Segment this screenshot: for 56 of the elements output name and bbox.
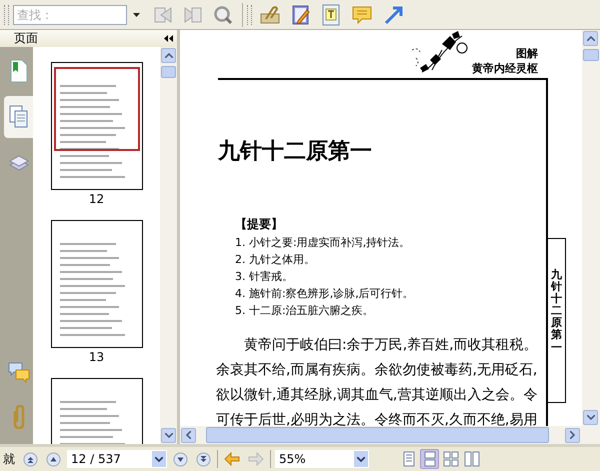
- back-arrow-icon[interactable]: [224, 452, 240, 466]
- caret-icon[interactable]: [133, 12, 140, 16]
- search-icon[interactable]: [213, 4, 233, 24]
- status-text: 就: [3, 450, 15, 468]
- scrollbar-thumb[interactable]: [161, 66, 176, 78]
- summary-item: 3. 针害戒。: [235, 269, 294, 285]
- pages-tab[interactable]: [4, 96, 33, 138]
- page-number: 12: [88, 192, 104, 208]
- text-box-icon[interactable]: [321, 4, 341, 26]
- chevron-up-icon[interactable]: [586, 36, 594, 41]
- previous-page-button[interactable]: [46, 452, 61, 466]
- search-field[interactable]: 查找：: [13, 4, 127, 24]
- last-page-button[interactable]: [196, 452, 211, 466]
- pencil-edit-icon[interactable]: [291, 4, 311, 26]
- page-number-field[interactable]: 12 / 537: [67, 450, 167, 468]
- caret-icon[interactable]: [155, 456, 163, 462]
- chevron-down-icon[interactable]: [164, 433, 172, 438]
- summary-item: 5. 十二原:治五脏六腑之疾。: [235, 303, 375, 319]
- scroll-down-button[interactable]: [583, 410, 598, 425]
- caret-icon[interactable]: [357, 456, 365, 462]
- scroll-up-button[interactable]: [583, 31, 598, 46]
- bookmark-page-icon[interactable]: [8, 59, 28, 83]
- scrollbar-thumb[interactable]: [583, 49, 599, 61]
- chevron-up-icon[interactable]: [164, 53, 172, 58]
- paperclip-note-icon[interactable]: [259, 4, 281, 24]
- comments-icon[interactable]: [8, 362, 30, 384]
- collapse-icon[interactable]: [164, 35, 173, 42]
- scroll-up-button[interactable]: [161, 48, 176, 63]
- comment-icon[interactable]: [351, 4, 373, 24]
- next-result-icon[interactable]: [183, 4, 203, 24]
- page-thumbnail[interactable]: [50, 62, 142, 190]
- zoom-field[interactable]: 55%: [275, 450, 369, 468]
- chevron-left-icon[interactable]: [186, 431, 191, 439]
- header-text: 图解: [516, 46, 538, 61]
- page-number: 13: [88, 350, 104, 366]
- summary-item: 4. 施针前:察色辨形,诊脉,后可行针。: [235, 286, 415, 302]
- first-page-button[interactable]: [23, 452, 38, 466]
- section-heading: 【提要】: [235, 216, 284, 233]
- scrollbar-thumb[interactable]: [206, 427, 549, 443]
- view-area-frame[interactable]: [54, 67, 140, 151]
- scroll-left-button[interactable]: [181, 428, 196, 442]
- chapter-title: 九针十二原第一: [218, 137, 373, 166]
- summary-item: 1. 小针之要:用虚实而补泻,持针法。: [235, 235, 412, 251]
- header-text: 黄帝内经灵枢: [472, 61, 538, 76]
- chevron-right-icon[interactable]: [570, 431, 575, 439]
- scroll-down-button[interactable]: [161, 428, 176, 443]
- body-paragraph: 黄帝问于岐伯曰:余于万民,养百姓,而收其租税。余哀其不给,而属有疾病。余欲勿使被毒药,无用砭石,欲以微针,通其经脉,调其血气,营其逆顺出入之会。令可传于后世,必明为之法。令终而不灭,久而不绝,易用: [216, 336, 538, 426]
- page-thumbnail[interactable]: [50, 220, 142, 348]
- previous-result-icon[interactable]: [153, 4, 173, 24]
- pages-icon[interactable]: [8, 105, 28, 129]
- summary-item: 2. 九针之体用。: [235, 252, 316, 268]
- scroll-right-button[interactable]: [565, 428, 580, 442]
- panel-title: 页面: [14, 30, 38, 47]
- chevron-down-icon[interactable]: [586, 415, 594, 420]
- next-page-button[interactable]: [173, 452, 188, 466]
- arrow-icon[interactable]: [383, 4, 405, 24]
